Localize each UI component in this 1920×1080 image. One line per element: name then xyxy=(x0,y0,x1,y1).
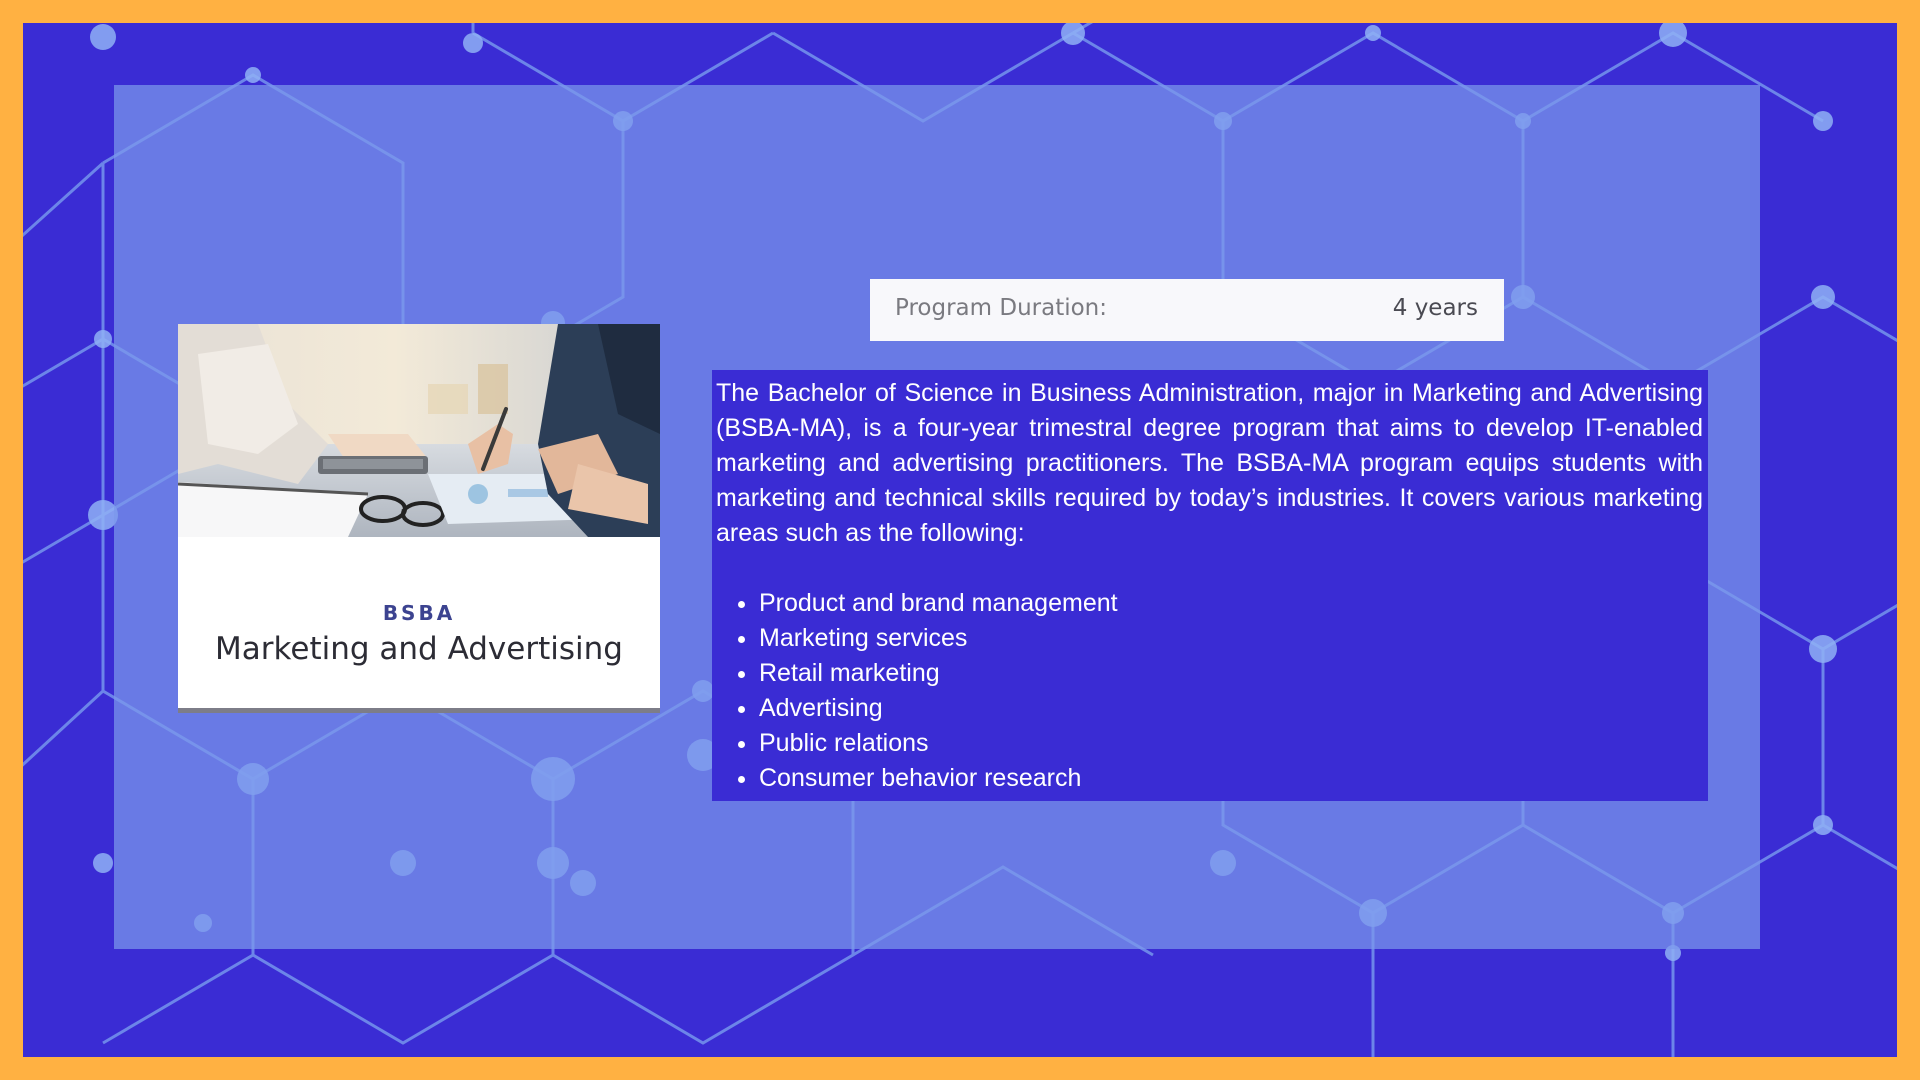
duration-label: Program Duration: xyxy=(895,295,1107,321)
program-tag: BSBA xyxy=(382,601,456,625)
program-duration-bar: Program Duration: 4 years xyxy=(870,279,1504,341)
list-item: Product and brand management xyxy=(759,586,1703,621)
list-item: Public relations xyxy=(759,726,1703,761)
program-card: BSBA Marketing and Advertising xyxy=(178,324,660,708)
list-item: Retail marketing xyxy=(759,656,1703,691)
business-meeting-photo xyxy=(178,324,660,537)
marketing-areas-list: Product and brand management Marketing s… xyxy=(716,586,1703,796)
list-item: Consumer behavior research xyxy=(759,761,1703,796)
list-item: Advertising xyxy=(759,691,1703,726)
description-paragraph: The Bachelor of Science in Business Admi… xyxy=(716,379,1703,547)
duration-value: 4 years xyxy=(1392,295,1478,321)
program-description: The Bachelor of Science in Business Admi… xyxy=(712,370,1708,801)
list-item: Marketing services xyxy=(759,621,1703,656)
program-title: Marketing and Advertising xyxy=(215,631,623,667)
